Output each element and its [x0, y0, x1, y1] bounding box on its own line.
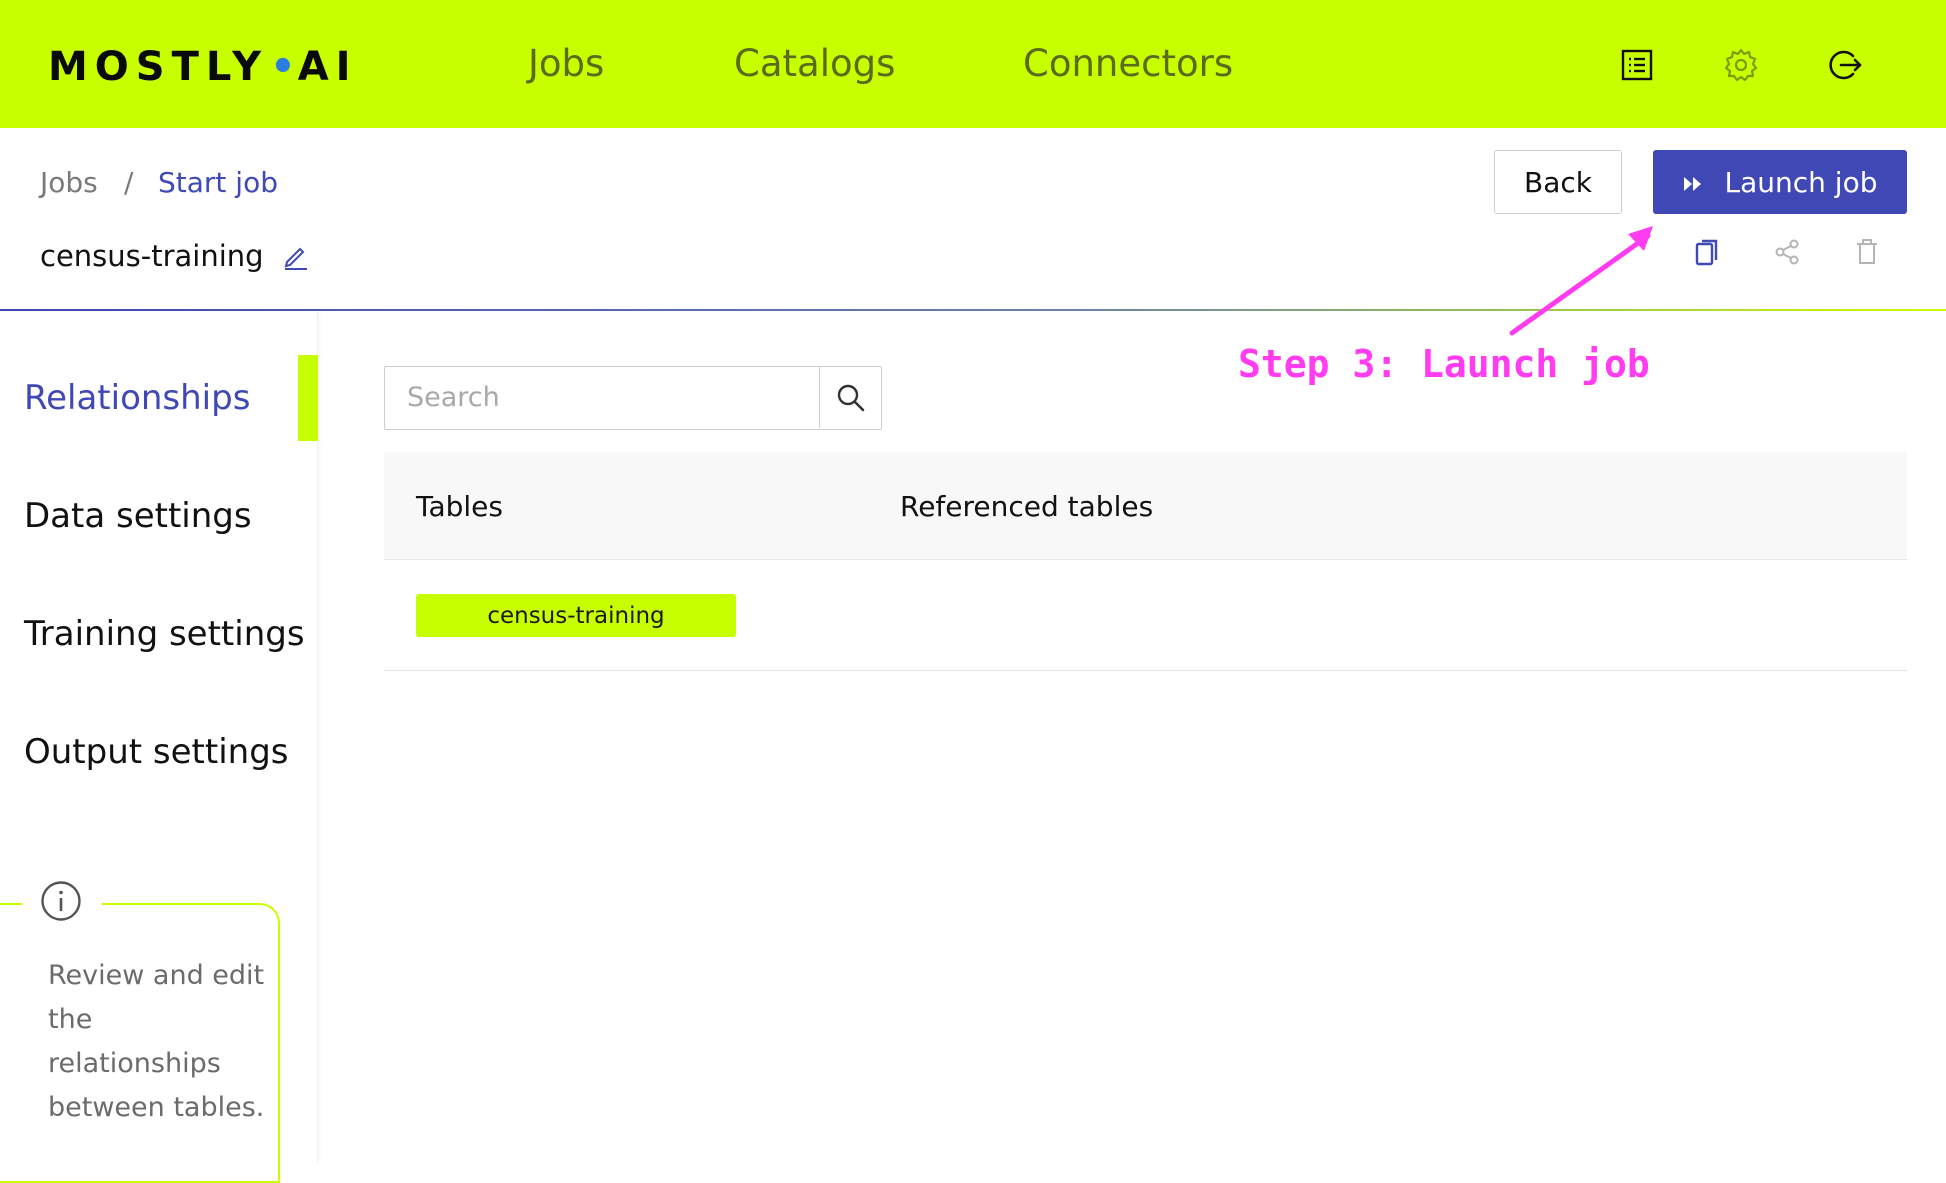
info-text: Review and edit the relationships betwee…	[48, 960, 265, 1123]
breadcrumb-jobs-link[interactable]: Jobs	[40, 166, 98, 199]
back-button[interactable]: Back	[1494, 150, 1622, 214]
table-chip[interactable]: census-training	[416, 594, 736, 637]
table-header: Tables Referenced tables	[384, 452, 1907, 560]
fast-forward-icon	[1683, 166, 1703, 199]
trash-icon[interactable]	[1851, 236, 1883, 268]
share-icon[interactable]	[1771, 236, 1803, 268]
nav-catalogs[interactable]: Catalogs	[734, 42, 895, 85]
sidebar-item-output-settings[interactable]: Output settings	[24, 732, 289, 772]
launch-job-button[interactable]: Launch job	[1653, 150, 1907, 214]
job-name-title: census-training	[40, 239, 264, 273]
list-icon[interactable]	[1618, 46, 1656, 84]
copy-icon[interactable]	[1691, 236, 1723, 268]
nav-connectors[interactable]: Connectors	[1023, 42, 1233, 85]
search-icon	[837, 384, 864, 411]
table-row: census-training	[384, 560, 1907, 671]
logout-icon[interactable]	[1826, 46, 1864, 84]
annotation-text: Step 3: Launch job	[1238, 342, 1650, 386]
sidebar-item-training-settings[interactable]: Training settings	[24, 614, 305, 654]
search-field	[384, 366, 882, 430]
nav-jobs[interactable]: Jobs	[528, 42, 604, 85]
search-button[interactable]	[819, 367, 881, 428]
top-navigation-bar: MOSTLY•AI Jobs Catalogs Connectors	[0, 0, 1946, 128]
launch-job-label: Launch job	[1724, 165, 1878, 199]
mostly-ai-logo[interactable]: MOSTLY•AI	[48, 44, 358, 90]
breadcrumb-separator: /	[124, 166, 134, 199]
edit-pencil-icon[interactable]	[282, 242, 310, 270]
gear-icon[interactable]	[1722, 46, 1760, 84]
sidebar-item-relationships[interactable]: Relationships	[24, 378, 250, 418]
search-input[interactable]	[385, 367, 819, 428]
active-item-marker	[298, 355, 318, 441]
sidebar-item-data-settings[interactable]: Data settings	[24, 496, 252, 536]
annotation-arrow-icon	[1509, 226, 1653, 336]
info-icon	[40, 880, 82, 922]
column-header-tables: Tables	[416, 490, 503, 523]
breadcrumb-current: Start job	[158, 166, 278, 199]
column-header-referenced-tables: Referenced tables	[900, 490, 1154, 523]
